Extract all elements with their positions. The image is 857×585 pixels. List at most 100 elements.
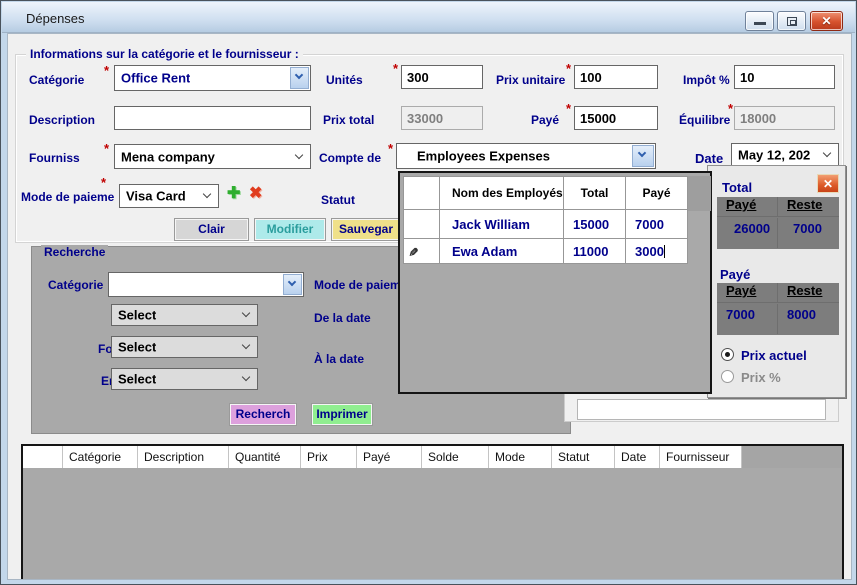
chevron-down-icon[interactable] — [632, 145, 654, 167]
column-header[interactable]: Catégorie — [63, 446, 138, 468]
clair-button[interactable]: Clair — [174, 218, 249, 241]
required-icon — [566, 101, 571, 116]
employee-name-cell[interactable]: Ewa Adam — [440, 239, 564, 264]
mode-paiement-combobox[interactable]: Visa Card — [119, 184, 219, 208]
required-icon — [101, 175, 106, 190]
recherche-legend: Recherche — [41, 245, 108, 259]
recherche-employe-combobox[interactable]: Select — [111, 368, 258, 390]
mode-paiement-value: Visa Card — [126, 189, 186, 204]
close-summary-icon[interactable] — [817, 174, 839, 193]
mode-paiement-label: Mode de paieme — [21, 190, 118, 204]
table-row[interactable]: Jack William 15000 7000 — [404, 210, 688, 239]
chevron-down-icon — [242, 309, 250, 317]
prix-pct-radio[interactable] — [721, 370, 734, 383]
recherche-statut-combobox[interactable]: Select — [111, 304, 258, 326]
chevron-down-icon[interactable] — [290, 67, 309, 89]
recherche-categorie-combobox[interactable] — [108, 272, 304, 297]
date-picker[interactable]: May 12, 202 — [731, 143, 839, 167]
compte-de-combobox[interactable]: Employees Expenses — [396, 143, 656, 169]
modifier-button[interactable]: Modifier — [254, 218, 326, 241]
payment-summary-panel: Total Payé Reste 26000 7000 Payé Payé Re… — [707, 165, 846, 398]
column-header[interactable]: Date — [615, 446, 660, 468]
minimize-icon — [754, 22, 766, 25]
equilibre-label: Équilibre — [679, 113, 730, 127]
close-button[interactable]: ✕ — [810, 11, 843, 31]
chevron-down-icon — [203, 190, 211, 198]
grid-paye-header[interactable]: Payé — [626, 177, 688, 210]
prix-total-input — [401, 106, 483, 130]
results-table-header: Catégorie Description Quantité Prix Payé… — [23, 446, 842, 468]
row-selector[interactable] — [404, 210, 440, 239]
compte-de-value: Employees Expenses — [417, 149, 550, 164]
col-paye-header: Payé — [717, 283, 778, 303]
add-payment-mode-icon[interactable] — [227, 183, 240, 203]
column-header[interactable]: Statut — [552, 446, 615, 468]
text-caret — [664, 245, 665, 258]
table-row[interactable]: Ewa Adam 11000 3000 — [404, 239, 688, 264]
date-label: Date — [695, 151, 723, 166]
summary-paye-title: Payé — [720, 267, 750, 282]
chevron-down-icon — [295, 150, 303, 158]
summary-total-title: Total — [722, 180, 752, 195]
prix-unitaire-label: Prix unitaire — [496, 73, 565, 87]
column-header[interactable]: Solde — [422, 446, 489, 468]
recherche-mode-label: Mode de paiem — [314, 278, 399, 292]
summary-total-table: Payé Reste 26000 7000 — [717, 197, 839, 249]
imprimer-button[interactable]: Imprimer — [311, 403, 373, 426]
required-icon — [388, 141, 393, 156]
column-header[interactable]: Mode — [489, 446, 552, 468]
employee-total-cell[interactable]: 11000 — [564, 239, 626, 264]
categorie-value: Office Rent — [121, 71, 190, 86]
column-header[interactable] — [23, 446, 63, 468]
employee-total-cell[interactable]: 15000 — [564, 210, 626, 239]
column-header[interactable]: Prix — [301, 446, 357, 468]
row-selector[interactable] — [404, 239, 440, 264]
delete-payment-mode-icon[interactable] — [249, 183, 262, 203]
grid-name-header[interactable]: Nom des Employés — [440, 177, 564, 210]
impot-input[interactable] — [734, 65, 835, 89]
col-reste-header: Reste — [778, 197, 839, 217]
grid-header-filler — [687, 176, 711, 211]
notes-field[interactable] — [577, 399, 826, 420]
fourniss-label: Fourniss — [29, 151, 80, 165]
paye-input[interactable] — [574, 106, 658, 130]
required-icon — [566, 61, 571, 76]
chevron-down-icon[interactable] — [283, 274, 302, 295]
sauvegarder-button[interactable]: Sauvegar — [331, 218, 401, 241]
recherche-statut-value: Select — [118, 308, 156, 323]
summary-paye-table: Payé Reste 7000 8000 — [717, 283, 839, 335]
description-label: Description — [29, 113, 95, 127]
info-groupbox-legend: Informations sur la catégorie et le four… — [26, 47, 303, 61]
chevron-down-icon — [823, 149, 831, 157]
column-header[interactable]: Fournisseur — [660, 446, 742, 468]
employee-paye-cell[interactable]: 7000 — [626, 210, 688, 239]
rechercher-button[interactable]: Recherch — [229, 403, 297, 426]
maximize-button[interactable] — [777, 11, 806, 31]
unites-input[interactable] — [401, 65, 483, 89]
column-header[interactable]: Quantité — [229, 446, 301, 468]
required-icon — [104, 141, 109, 156]
minimize-button[interactable] — [745, 11, 774, 31]
title-bar[interactable]: Dépenses ✕ — [2, 2, 855, 33]
categorie-combobox[interactable]: Office Rent — [114, 65, 311, 91]
results-table[interactable]: Catégorie Description Quantité Prix Payé… — [21, 444, 844, 579]
chevron-down-icon — [242, 341, 250, 349]
description-input[interactable] — [114, 106, 311, 130]
column-header[interactable]: Description — [138, 446, 229, 468]
employee-name-cell[interactable]: Jack William — [440, 210, 564, 239]
fourniss-combobox[interactable]: Mena company — [114, 144, 311, 169]
col-reste-header: Reste — [778, 283, 839, 303]
column-header[interactable]: Payé — [357, 446, 422, 468]
employee-paye-cell[interactable]: 3000 — [626, 239, 688, 264]
grid-total-header[interactable]: Total — [564, 177, 626, 210]
prix-pct-label: Prix % — [741, 370, 781, 385]
total-paye-value: 26000 — [717, 218, 778, 248]
window-title: Dépenses — [26, 11, 85, 26]
prix-actuel-radio[interactable] — [721, 348, 734, 361]
prix-unitaire-input[interactable] — [574, 65, 658, 89]
prix-total-label: Prix total — [323, 113, 374, 127]
row-selector-header — [404, 177, 440, 210]
recherche-fourniss-combobox[interactable]: Select — [111, 336, 258, 358]
header-filler — [742, 446, 842, 468]
paye-paye-value: 7000 — [717, 304, 778, 334]
